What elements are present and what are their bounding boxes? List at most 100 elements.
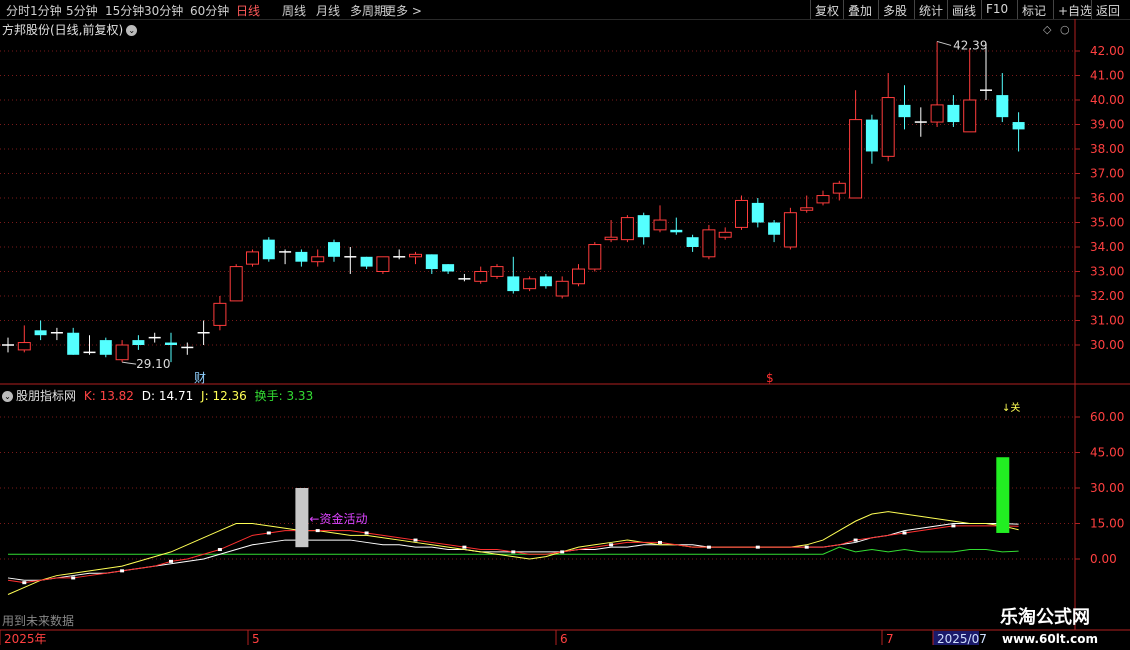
price-axis-label: 32.00 bbox=[1090, 289, 1124, 303]
k-marker bbox=[462, 545, 467, 549]
indicator-name[interactable]: 股朋指标网 bbox=[16, 389, 76, 403]
k-marker bbox=[706, 545, 711, 549]
candle-body bbox=[507, 276, 520, 292]
date-label: 5 bbox=[252, 632, 260, 646]
chevron-down-icon[interactable]: ⌄ bbox=[126, 25, 138, 36]
high-label: 42.39 bbox=[953, 38, 987, 52]
top-mark: ↓关 bbox=[1002, 401, 1020, 414]
price-axis-label: 42.00 bbox=[1090, 44, 1124, 58]
signal-bar-green bbox=[996, 457, 1010, 533]
toolbar-button-3[interactable]: 统计 bbox=[914, 0, 947, 19]
candle-body bbox=[881, 97, 895, 157]
candle-body bbox=[768, 222, 781, 235]
candle-body bbox=[328, 242, 340, 257]
candle-body bbox=[17, 342, 31, 351]
date-label: 2025年 bbox=[4, 632, 47, 646]
candle-body bbox=[376, 256, 390, 272]
stock-chart[interactable]: 42.00 41.00 40.00 39.00 38.00 37.00 36.00 35.00… bbox=[0, 0, 1130, 650]
indicator-axis-label: 15.00 bbox=[1090, 517, 1124, 531]
price-axis-label: 38.00 bbox=[1090, 142, 1124, 156]
j-line bbox=[7, 511, 1019, 595]
candle-body bbox=[115, 344, 129, 361]
watermark-title: 乐淘公式网 bbox=[1000, 606, 1090, 628]
toolbar: 分时 1分钟 5分钟 15分钟 30分钟 60分钟 日线 周线 月线 多周期 更多 > 复权 叠加 多股… bbox=[0, 0, 1130, 20]
k-marker bbox=[804, 545, 809, 549]
period-tab-5[interactable]: 60分钟 bbox=[190, 2, 229, 19]
k-marker bbox=[511, 550, 516, 554]
period-tab-2[interactable]: 5分钟 bbox=[66, 2, 98, 19]
toolbar-button-7[interactable]: +自选 bbox=[1053, 0, 1092, 19]
period-tab-1[interactable]: 1分钟 bbox=[30, 2, 62, 19]
indicator-axis-label: 30.00 bbox=[1090, 481, 1124, 495]
future-data-note: 用到未来数据 bbox=[2, 613, 74, 628]
indicator-title: ⌄ 股朋指标网 K: 13.82 D: 14.71 J: 12.36 换手: 3.… bbox=[2, 387, 313, 404]
low-pointer bbox=[122, 361, 137, 365]
turnover-value: 换手: 3.33 bbox=[254, 389, 314, 403]
toolbar-button-2[interactable]: 多股 bbox=[878, 0, 914, 19]
period-tab-3[interactable]: 15分钟 bbox=[105, 2, 144, 19]
date-label: 2025/07 bbox=[937, 632, 987, 646]
event-marker: $ bbox=[766, 371, 774, 385]
candle-body bbox=[246, 251, 259, 265]
candle-body bbox=[735, 199, 748, 228]
date-label: 7 bbox=[886, 632, 894, 646]
candle-body bbox=[947, 104, 960, 123]
candle-body bbox=[555, 280, 569, 297]
k-marker bbox=[120, 569, 125, 573]
period-tab-6[interactable]: 日线 bbox=[236, 2, 260, 19]
candle-body bbox=[670, 229, 683, 233]
toolbar-button-0[interactable]: 复权 bbox=[810, 0, 843, 19]
diamond-icon[interactable]: ◇ bbox=[1043, 23, 1052, 36]
high-pointer bbox=[936, 40, 952, 46]
price-axis-label: 34.00 bbox=[1090, 240, 1124, 254]
price-axis-label: 41.00 bbox=[1090, 69, 1124, 83]
candle-body bbox=[800, 207, 814, 211]
toolbar-button-4[interactable]: 画线 bbox=[947, 0, 981, 19]
candle-body bbox=[229, 266, 243, 302]
price-axis-label: 37.00 bbox=[1090, 167, 1124, 181]
k-marker bbox=[902, 531, 907, 535]
candle-body bbox=[832, 182, 846, 194]
k-marker bbox=[71, 576, 76, 580]
candle-body bbox=[425, 254, 438, 270]
period-tab-4[interactable]: 30分钟 bbox=[144, 2, 183, 19]
k-line bbox=[7, 525, 1019, 584]
period-tab-10[interactable]: 更多 > bbox=[384, 2, 422, 19]
price-axis-label: 36.00 bbox=[1090, 191, 1124, 205]
candle-body bbox=[637, 215, 650, 238]
d-value: D: 14.71 bbox=[141, 389, 194, 403]
period-tab-7[interactable]: 周线 bbox=[282, 2, 306, 19]
grid-lines bbox=[0, 50, 1080, 560]
period-tab-0[interactable]: 分时 bbox=[6, 2, 30, 19]
chevron-down-icon[interactable]: ⌄ bbox=[2, 391, 13, 402]
candle-body bbox=[996, 95, 1009, 118]
k-marker bbox=[1000, 524, 1005, 528]
k-marker bbox=[315, 529, 320, 533]
candle-body bbox=[409, 253, 422, 258]
candle-body bbox=[262, 239, 275, 260]
candle-body bbox=[930, 104, 944, 123]
toolbar-button-5[interactable]: F10 bbox=[981, 0, 1017, 19]
k-marker bbox=[266, 531, 271, 535]
candle-body bbox=[34, 330, 47, 336]
k-marker bbox=[609, 543, 614, 547]
date-highlight bbox=[933, 631, 979, 645]
toolbar-button-8[interactable]: 返回 bbox=[1091, 0, 1130, 19]
candle-body bbox=[783, 212, 797, 248]
period-tab-9[interactable]: 多周期 bbox=[350, 2, 386, 19]
candle-body bbox=[898, 104, 911, 118]
candle-body bbox=[490, 266, 504, 277]
candle-body bbox=[165, 342, 177, 345]
toolbar-button-1[interactable]: 叠加 bbox=[843, 0, 878, 19]
indicator-axis-label: 45.00 bbox=[1090, 446, 1124, 460]
signal-bar-grey bbox=[295, 488, 309, 548]
candle-body bbox=[99, 340, 112, 355]
candle-body bbox=[620, 217, 634, 241]
k-marker bbox=[413, 538, 418, 542]
candle-body bbox=[523, 278, 537, 290]
period-tab-8[interactable]: 月线 bbox=[316, 2, 340, 19]
annotation-label: ←资金活动 bbox=[309, 511, 367, 526]
candle-body bbox=[360, 256, 373, 267]
circle-icon[interactable]: ○ bbox=[1060, 23, 1070, 36]
toolbar-button-6[interactable]: 标记 bbox=[1017, 0, 1053, 19]
